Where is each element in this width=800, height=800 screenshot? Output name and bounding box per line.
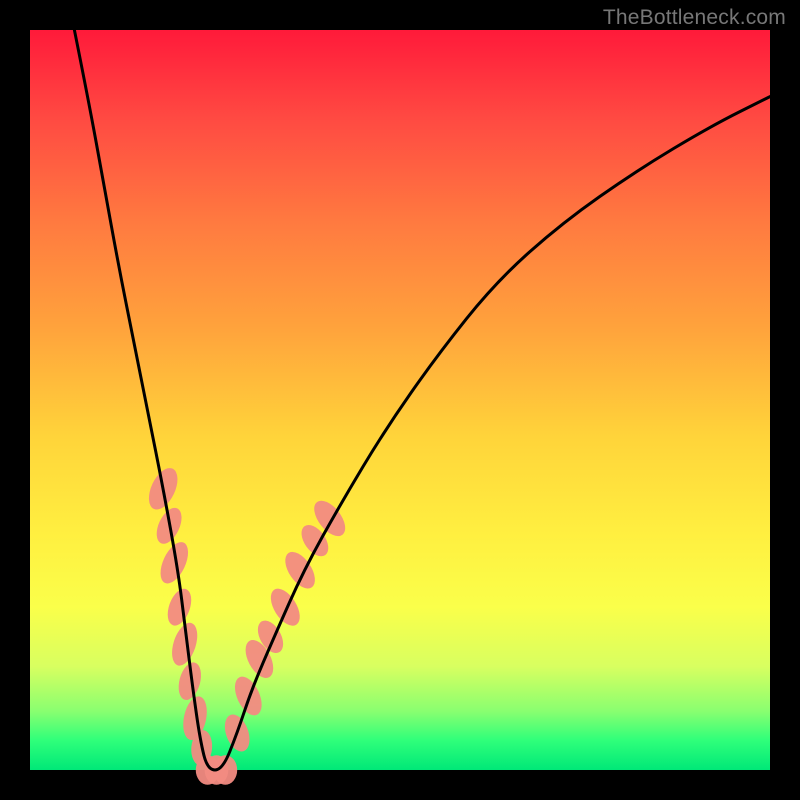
curve-svg: [30, 30, 770, 770]
watermark-text: TheBottleneck.com: [603, 6, 786, 30]
chart-frame: TheBottleneck.com: [0, 0, 800, 800]
plot-area: [30, 30, 770, 770]
salmon-blob-layer: [143, 464, 351, 785]
